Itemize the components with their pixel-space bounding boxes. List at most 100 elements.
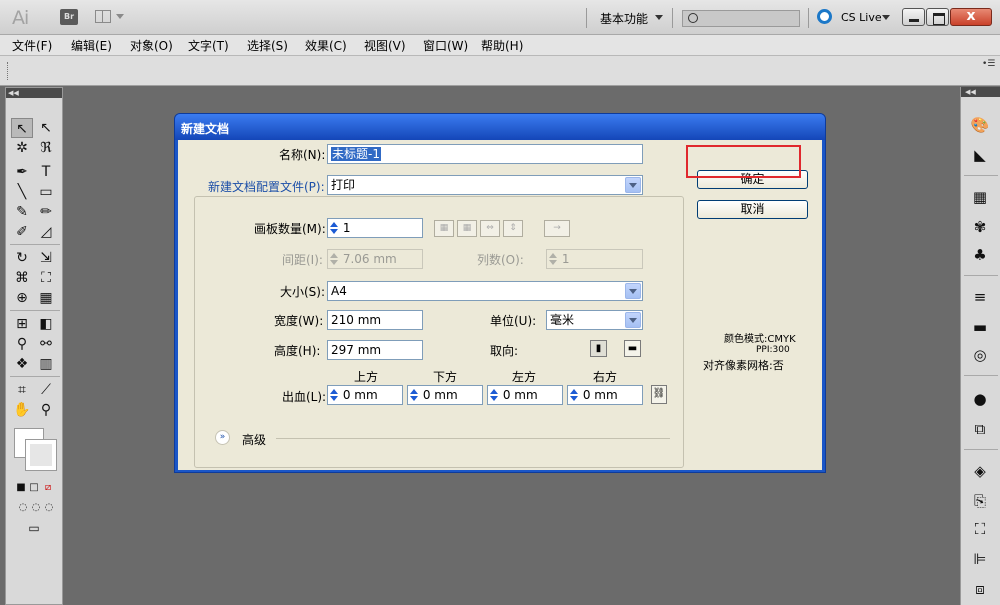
units-select[interactable]: 毫米 [546,310,643,330]
chevron-down-icon[interactable] [625,177,641,193]
gradient-panel-icon[interactable]: ▬ [969,317,991,337]
menu-window[interactable]: 窗口(W) [423,37,468,54]
slice-tool-icon[interactable]: ⟋ [35,380,57,400]
blend-tool-icon[interactable]: ⚯ [35,334,57,354]
portrait-icon[interactable]: ▮ [590,340,607,357]
panel-menu-icon[interactable]: •☰ [982,59,995,69]
menu-effect[interactable]: 效果(C) [305,37,347,54]
expand-advanced-icon[interactable]: » [215,430,230,445]
link-icon[interactable]: ⛓ [651,385,667,404]
stroke-swatch[interactable] [25,439,57,471]
graphic-styles-icon[interactable]: ⧉ [969,419,991,439]
appearance-icon[interactable]: ● [969,389,991,409]
close-button[interactable]: x [950,8,992,26]
bleed-top-stepper[interactable]: 0 mm [327,385,403,405]
stepper-icon[interactable] [569,386,579,404]
zoom-tool-icon[interactable]: ⚲ [35,400,57,420]
cslive-icon[interactable] [817,9,832,24]
stroke-panel-icon[interactable]: ≡ [969,287,991,307]
minimize-button[interactable] [902,8,925,26]
cslive-menu[interactable]: CS Live [841,11,882,24]
chevron-down-icon[interactable] [625,283,641,299]
stepper-icon[interactable] [329,386,339,404]
arrange-documents-button[interactable] [95,9,125,25]
perspective-grid-tool-icon[interactable]: ▦ [35,288,57,308]
document-name-input[interactable]: 未标题-1 [327,144,643,164]
landscape-icon[interactable]: ▬ [624,340,641,357]
advanced-label[interactable]: 高级 [242,431,266,448]
bridge-button[interactable]: Br [60,9,78,25]
eyedropper-tool-icon[interactable]: ⚲ [11,334,33,354]
shape-builder-tool-icon[interactable]: ⊕ [11,288,33,308]
expand-icon[interactable]: ◀◀ [961,87,1000,97]
cancel-button[interactable]: 取消 [697,200,808,219]
color-guide-icon[interactable]: ◣ [969,145,991,165]
symbol-sprayer-tool-icon[interactable]: ❖ [11,354,33,374]
scale-tool-icon[interactable]: ⇲ [35,248,57,268]
artboards-stepper[interactable]: 1 [327,218,423,238]
artboards-icon[interactable]: ⎘ [969,491,991,511]
pencil-tool-icon[interactable]: ✏ [35,202,57,222]
menu-type[interactable]: 文字(T) [188,37,229,54]
profile-select[interactable]: 打印 [327,175,643,195]
stepper-icon[interactable] [329,219,339,237]
menu-file[interactable]: 文件(F) [12,37,52,54]
chevron-down-icon[interactable] [625,312,641,328]
lasso-tool-icon[interactable]: ℜ [35,138,57,158]
grid-by-row-icon[interactable]: ▦ [434,220,454,237]
menu-view[interactable]: 视图(V) [364,37,406,54]
menu-edit[interactable]: 编辑(E) [71,37,112,54]
height-input[interactable]: 297 mm [327,340,423,360]
free-transform-tool-icon[interactable]: ⛶ [35,268,57,288]
align-icon[interactable]: ⊫ [969,549,991,569]
maximize-button[interactable] [926,8,949,26]
menu-object[interactable]: 对象(O) [130,37,173,54]
pen-tool-icon[interactable]: ✒ [11,162,33,182]
color-panel-icon[interactable]: 🎨 [969,115,991,135]
workspace-switcher[interactable]: 基本功能 [600,10,648,27]
grid-by-column-icon[interactable]: ▦ [457,220,477,237]
change-to-rtl-icon[interactable]: → [544,220,570,237]
line-tool-icon[interactable]: ╲ [11,182,33,202]
mesh-tool-icon[interactable]: ⊞ [11,314,33,334]
menu-select[interactable]: 选择(S) [247,37,288,54]
stepper-icon[interactable] [409,386,419,404]
fill-stroke-swatches[interactable] [14,428,57,471]
collapse-icon[interactable]: ◀◀ [6,88,62,98]
dialog-title-bar[interactable]: 新建文档 [175,114,825,140]
rotate-tool-icon[interactable]: ↻ [11,248,33,268]
artboard-tool-icon[interactable]: ⌗ [11,380,33,400]
hand-tool-icon[interactable]: ✋ [11,400,33,420]
layers-icon[interactable]: ◈ [969,461,991,481]
type-tool-icon[interactable]: T [35,162,57,182]
transparency-icon[interactable]: ◎ [969,345,991,365]
eraser-tool-icon[interactable]: ◿ [35,222,57,242]
direct-selection-tool-icon[interactable]: ↖ [35,118,57,138]
gradient-tool-icon[interactable]: ◧ [35,314,57,334]
stepper-icon[interactable] [489,386,499,404]
transform-icon[interactable]: ⛶ [969,519,991,539]
bleed-bottom-stepper[interactable]: 0 mm [407,385,483,405]
pathfinder-icon[interactable]: ⧈ [969,579,991,599]
chevron-down-icon[interactable] [655,15,663,20]
width-input[interactable]: 210 mm [327,310,423,330]
graph-tool-icon[interactable]: ▥ [35,354,57,374]
search-input[interactable] [682,10,800,27]
size-select[interactable]: A4 [327,281,643,301]
screen-mode-icon[interactable]: ▭ [23,518,45,538]
draw-inside-icon[interactable]: ◌ [38,498,60,518]
selection-tool-icon[interactable]: ↖ [11,118,33,138]
bleed-right-stepper[interactable]: 0 mm [567,385,643,405]
paintbrush-tool-icon[interactable]: ✎ [11,202,33,222]
rectangle-tool-icon[interactable]: ▭ [35,182,57,202]
panel-grip[interactable] [7,62,9,80]
arrange-by-column-icon[interactable]: ⇕ [503,220,523,237]
symbols-icon[interactable]: ♣ [969,245,991,265]
warp-tool-icon[interactable]: ⌘ [11,268,33,288]
arrange-by-row-icon[interactable]: ⇔ [480,220,500,237]
menu-help[interactable]: 帮助(H) [481,37,523,54]
blob-brush-tool-icon[interactable]: ✐ [11,222,33,242]
brushes-icon[interactable]: ✾ [969,217,991,237]
chevron-down-icon[interactable] [882,15,890,20]
bleed-left-stepper[interactable]: 0 mm [487,385,563,405]
